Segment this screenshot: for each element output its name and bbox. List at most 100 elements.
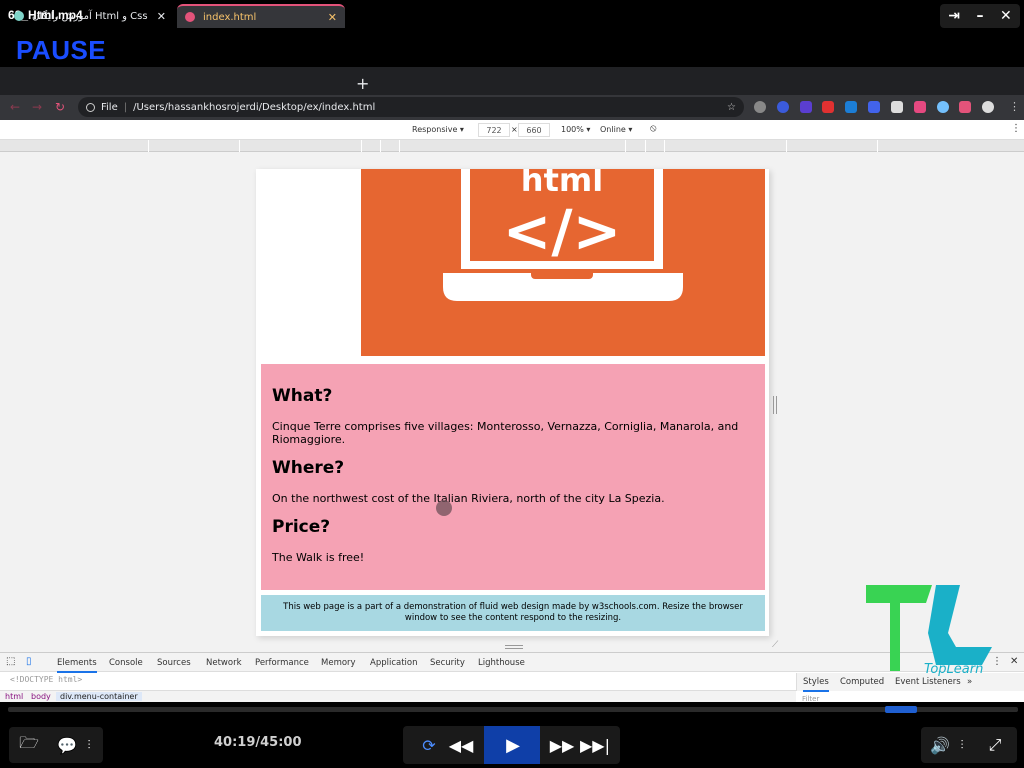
section-heading-price: Price?: [272, 517, 331, 537]
breadcrumb: html body div.menu-container: [0, 690, 796, 702]
section-text-where: On the northwest cost of the Italian Riv…: [272, 492, 665, 505]
tab-memory[interactable]: Memory: [321, 658, 356, 668]
breadcrumb-body[interactable]: body: [31, 692, 51, 701]
section-text-price: The Walk is free!: [272, 551, 365, 564]
subtitles-icon[interactable]: 💬: [56, 734, 78, 756]
extension-icon[interactable]: [914, 101, 926, 113]
content-section: What? Cinque Terre comprises five villag…: [261, 364, 765, 590]
address-url: /Users/hassankhosrojerdi/Desktop/ex/inde…: [133, 101, 376, 113]
mouse-cursor: [436, 500, 452, 516]
rotate-icon[interactable]: ⦸: [650, 123, 657, 134]
extension-icon[interactable]: [845, 101, 857, 113]
react-icon[interactable]: [937, 101, 949, 113]
back-icon[interactable]: ←: [10, 100, 20, 114]
section-heading-what: What?: [272, 386, 333, 406]
pin-icon[interactable]: ⇥: [948, 8, 960, 24]
breadcrumb-menu-container[interactable]: div.menu-container: [56, 692, 142, 701]
tab-event-listeners[interactable]: Event Listeners: [895, 677, 961, 687]
media-query-ruler[interactable]: [0, 140, 1024, 152]
inspect-icon[interactable]: ⬚: [6, 656, 15, 667]
tab-lighthouse[interactable]: Lighthouse: [478, 658, 525, 668]
device-menu-icon[interactable]: ⋮: [1011, 123, 1021, 134]
address-bar[interactable]: File | /Users/hassankhosrojerdi/Desktop/…: [78, 97, 744, 117]
rendered-page: html </> What? Cinque Terre comprises fi…: [256, 169, 769, 636]
close-icon[interactable]: ✕: [1000, 8, 1012, 24]
tab-styles[interactable]: Styles: [803, 677, 829, 692]
profile-avatar[interactable]: [982, 101, 994, 113]
right-resize-handle[interactable]: [773, 396, 777, 414]
seek-thumb[interactable]: [885, 706, 917, 713]
html-hero-image: html </>: [361, 169, 765, 356]
tab-sources[interactable]: Sources: [157, 658, 191, 668]
tab-elements[interactable]: Elements: [57, 658, 97, 673]
tab-label: آموزش رایگان Html و Css: [32, 10, 148, 22]
playback-time: 40:19/45:00: [214, 735, 302, 750]
rewind-icon[interactable]: ◀◀: [449, 734, 474, 756]
devtools-close-icon[interactable]: ✕: [1010, 656, 1018, 667]
forward-icon[interactable]: →: [32, 100, 42, 114]
globe-icon: [185, 12, 195, 22]
reload-icon[interactable]: ↻: [55, 100, 65, 114]
extension-icon[interactable]: [891, 101, 903, 113]
repeat-icon[interactable]: ⟳: [418, 734, 440, 756]
extension-icon[interactable]: [800, 101, 812, 113]
page-footer: This web page is a part of a demonstrati…: [261, 595, 765, 631]
minimize-icon[interactable]: –: [976, 8, 983, 24]
responsive-dropdown[interactable]: Responsive ▾: [412, 125, 464, 134]
tab-network[interactable]: Network: [206, 658, 242, 668]
address-prefix: File: [101, 101, 118, 113]
section-text-what: Cinque Terre comprises five villages: Mo…: [272, 420, 739, 446]
pause-label: PAUSE: [16, 35, 107, 65]
extension-icon[interactable]: [822, 101, 834, 113]
puzzle-icon[interactable]: [959, 101, 971, 113]
tab-close-icon[interactable]: ✕: [157, 10, 166, 23]
hero-code-text: </>: [503, 197, 621, 265]
video-player: 68_Html.mp4 PAUSE ⇥ – ✕ آموزش رایگان Htm…: [0, 0, 1024, 768]
styles-filter-input[interactable]: Filter: [802, 695, 819, 703]
height-input[interactable]: [518, 123, 550, 137]
address-separator: |: [123, 101, 128, 113]
bottom-resize-handle[interactable]: [505, 645, 523, 649]
more-tabs-chevron-icon[interactable]: »: [967, 677, 972, 687]
tab-close-icon[interactable]: ✕: [328, 11, 337, 24]
tab-performance[interactable]: Performance: [255, 658, 309, 668]
toplearn-logo-text: TopLearn: [924, 662, 984, 677]
tab-security[interactable]: Security: [430, 658, 465, 668]
fullscreen-icon[interactable]: ⤢: [984, 734, 1006, 756]
audio-settings-icon[interactable]: ⫶: [955, 734, 969, 756]
browser-tab-bar: [0, 67, 1024, 95]
volume-icon[interactable]: 🔊: [929, 734, 951, 756]
extension-icon[interactable]: [868, 101, 880, 113]
hero-html-text: html: [521, 169, 603, 199]
dom-tree-doctype[interactable]: <!DOCTYPE html>: [10, 675, 82, 684]
window-controls: ⇥ – ✕: [940, 4, 1020, 28]
skip-next-icon[interactable]: ▶▶|: [580, 734, 610, 756]
info-icon: [86, 102, 95, 112]
bookmark-star-icon[interactable]: ☆: [727, 102, 736, 113]
open-folder-icon[interactable]: 🗁: [17, 733, 41, 756]
breadcrumb-html[interactable]: html: [5, 692, 23, 701]
fast-forward-icon[interactable]: ▶▶: [550, 734, 575, 756]
play-icon[interactable]: ▶: [500, 733, 526, 757]
extension-icon[interactable]: [754, 101, 766, 113]
device-toggle-icon[interactable]: ▯: [26, 656, 32, 667]
seek-bar[interactable]: [8, 707, 1018, 712]
tab-computed[interactable]: Computed: [840, 677, 884, 687]
extension-icon[interactable]: [777, 101, 789, 113]
width-input[interactable]: [478, 123, 510, 137]
equalizer-icon[interactable]: ⫶: [80, 734, 98, 756]
tab-toplearn[interactable]: آموزش رایگان Html و Css ✕: [6, 4, 174, 28]
menu-kebab-icon[interactable]: ⋮: [1009, 100, 1020, 113]
dimension-times: ×: [511, 125, 518, 134]
tab-console[interactable]: Console: [109, 658, 143, 668]
zoom-dropdown[interactable]: 100% ▾: [561, 125, 590, 134]
corner-resize-handle[interactable]: ⟋: [772, 640, 778, 650]
tab-application[interactable]: Application: [370, 658, 418, 668]
new-tab-button[interactable]: +: [356, 74, 369, 93]
tab-index-html[interactable]: index.html ✕: [177, 4, 345, 28]
laptop-html-icon: html </>: [443, 169, 683, 301]
section-heading-where: Where?: [272, 458, 345, 478]
tab-label: index.html: [203, 11, 257, 23]
device-toolbar: Responsive ▾ × 100% ▾ Online ▾ ⦸ ⋮: [0, 120, 1024, 140]
network-dropdown[interactable]: Online ▾: [600, 125, 632, 134]
